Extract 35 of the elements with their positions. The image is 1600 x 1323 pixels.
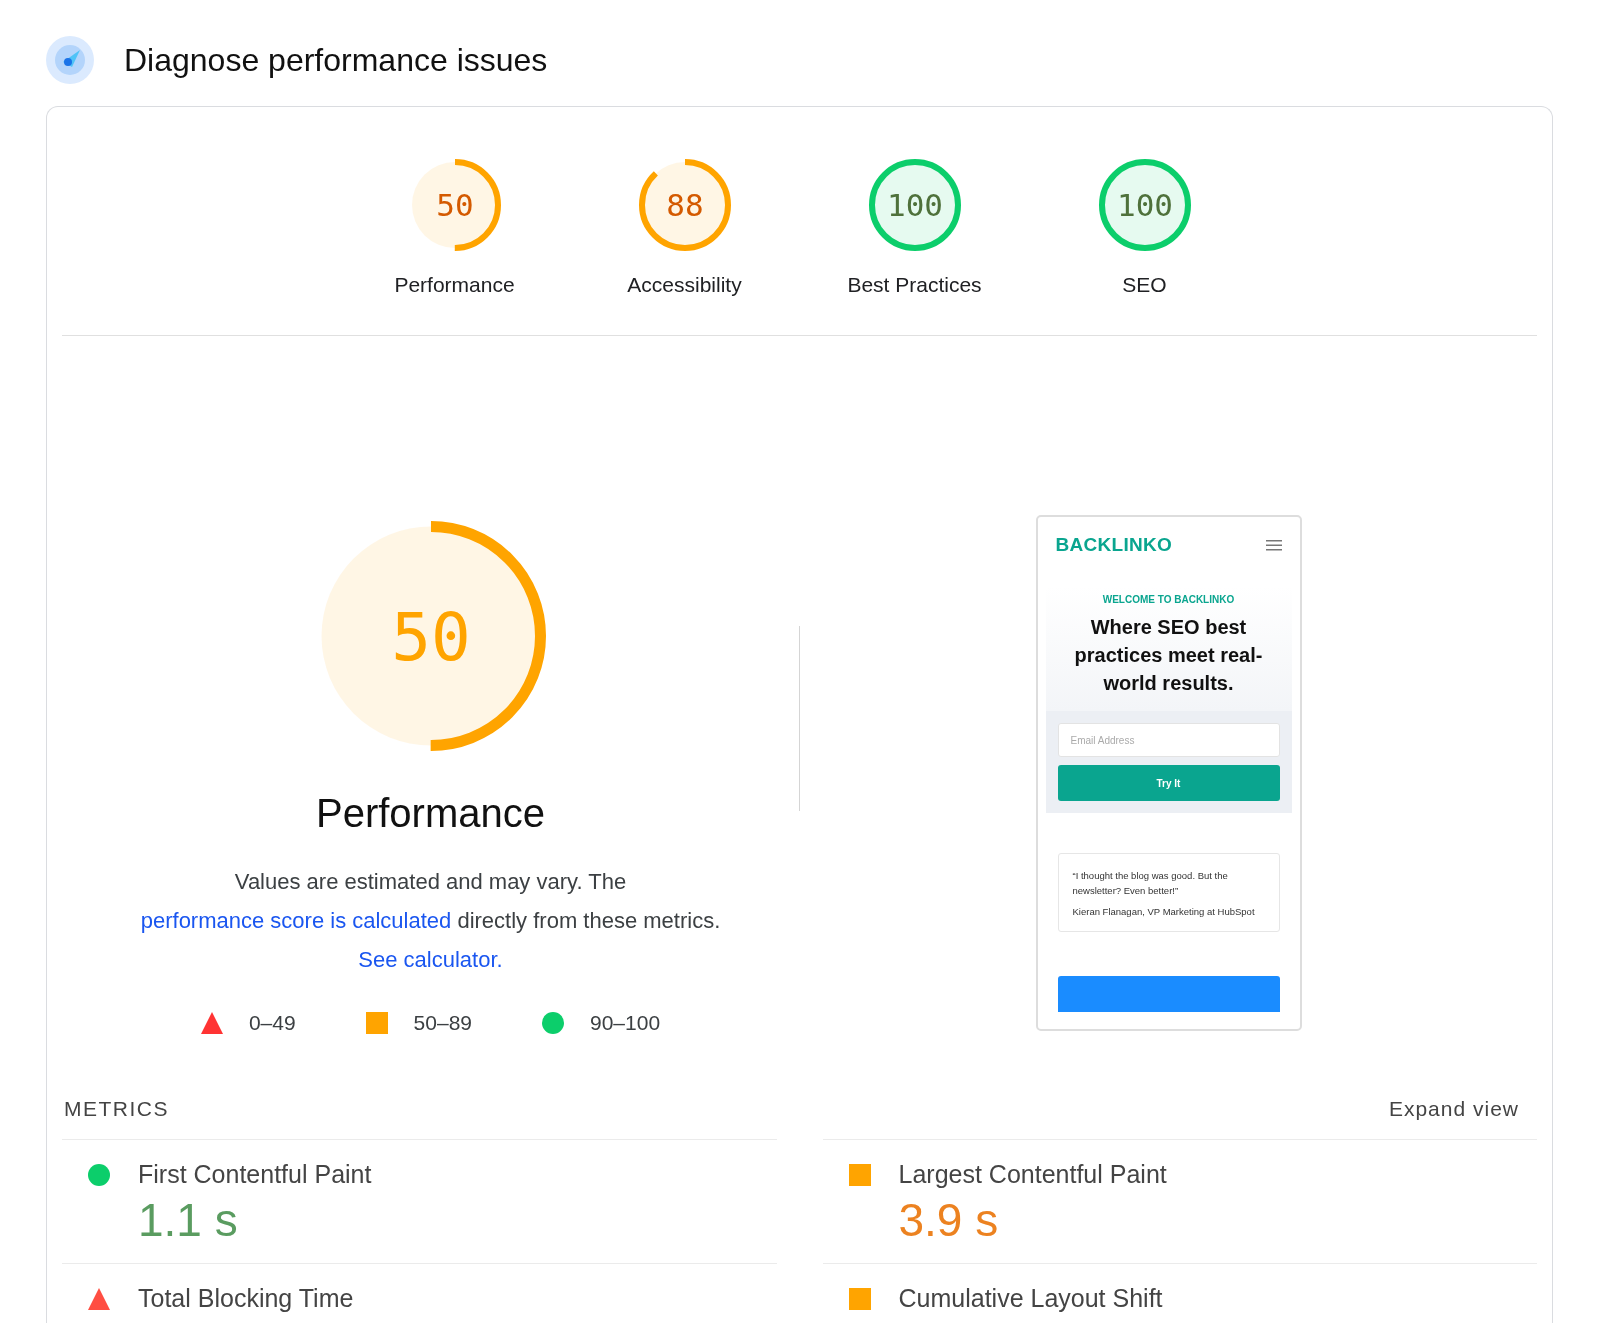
metrics-heading: METRICS — [64, 1097, 169, 1121]
section-title: Diagnose performance issues — [124, 41, 548, 79]
gauge-icon — [46, 36, 94, 84]
site-logo: BACKLINKO — [1055, 534, 1173, 556]
description-link[interactable]: See calculator. — [358, 947, 503, 972]
metric-name: Cumulative Layout Shift — [898, 1284, 1164, 1313]
performance-title: Performance — [316, 791, 545, 836]
email-field[interactable]: Email Address — [1057, 723, 1280, 757]
triangle-icon — [200, 1012, 223, 1034]
category-label: Performance — [394, 273, 515, 297]
score-gauge: 100 — [1098, 159, 1191, 251]
metric-name: First Contentful Paint — [138, 1160, 373, 1189]
metric-name: Total Blocking Time — [138, 1284, 355, 1313]
metric-name: Largest Contentful Paint — [898, 1160, 1168, 1189]
score-gauge: 100 — [868, 159, 961, 251]
category-label: SEO — [1122, 273, 1167, 297]
description-link[interactable]: performance score is calculated — [140, 908, 452, 933]
legend-label: 0–49 — [248, 1011, 296, 1035]
circle-icon — [542, 1012, 564, 1034]
testimonial-author: Kieran Flanagan, VP Marketing at HubSpot — [1072, 906, 1256, 917]
hero-headline: Where SEO best practices meet real-world results. — [1073, 615, 1264, 696]
expand-view-button[interactable]: Expand view — [1372, 1097, 1535, 1121]
square-icon — [365, 1012, 388, 1034]
metric-value: 3.9 s — [898, 1193, 1000, 1247]
testimonial-quote: “I thought the blog was good. But the newsletter? Even better!” — [1072, 869, 1229, 898]
score-gauge: 88 — [638, 159, 731, 251]
legend-label: 90–100 — [590, 1011, 661, 1035]
legend-label: 50–89 — [413, 1011, 472, 1035]
hero-eyebrow: WELCOME TO BACKLINKO — [1102, 594, 1235, 605]
category-label: Accessibility — [627, 273, 742, 297]
metric-value: 1.1 s — [138, 1193, 239, 1247]
score-description: Values are estimated and may vary. The performance score is calculated directly from these metrics. See calculator. — [139, 868, 722, 974]
category-label: Best Practices — [847, 273, 982, 297]
menu-icon — [1265, 539, 1282, 551]
try-button[interactable]: Try It — [1057, 765, 1280, 801]
